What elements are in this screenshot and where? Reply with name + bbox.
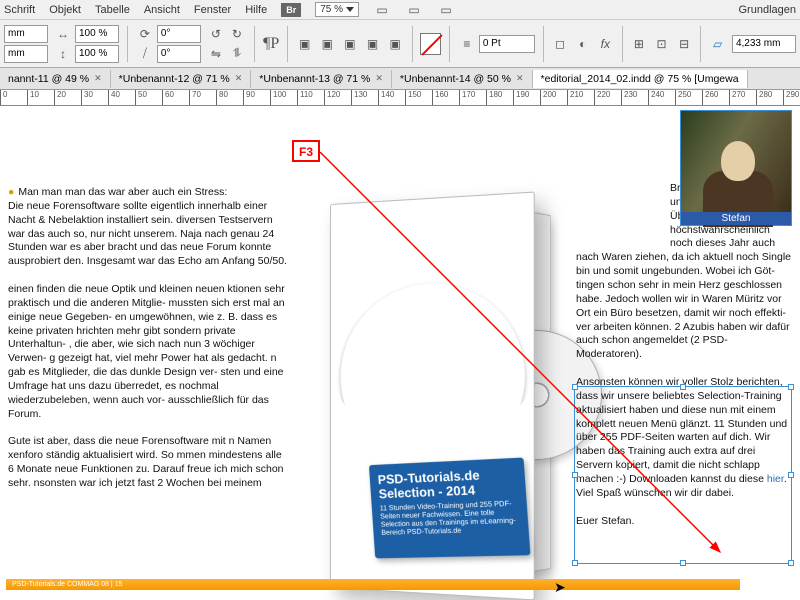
center-content-icon[interactable]: ⊟ <box>676 35 693 53</box>
corner-options-icon[interactable]: ◻ <box>552 35 569 53</box>
scale-x-field[interactable]: 100 % <box>75 25 119 43</box>
menu-tabelle[interactable]: Tabelle <box>95 4 130 16</box>
menu-objekt[interactable]: Objekt <box>49 4 81 16</box>
tab-unbenannt-12[interactable]: *Unbenannt-12 @ 71 %✕ <box>111 70 252 88</box>
dvd-image[interactable]: PSD-Tutorials.de Selection - 2014 11 Stu… <box>296 180 566 600</box>
rotate-ccw-icon[interactable]: ↺ <box>207 25 225 43</box>
text-frame-left[interactable]: ●Man man man das war aber auch ein Stres… <box>8 186 288 491</box>
mouse-cursor-icon: ➤ <box>554 579 566 596</box>
signature: Euer Stefan. <box>576 515 792 529</box>
flip-v-icon[interactable]: ⥮ <box>228 45 246 63</box>
control-toolbar: mm mm ↔100 % ↕100 % ⟳0° ⧸0° ↺↻ ⇋⥮ ¶P ▣ ▣… <box>0 20 800 68</box>
wrap-none-icon[interactable]: ▣ <box>296 35 313 53</box>
horizontal-ruler[interactable]: 0102030405060708090100110120130140150160… <box>0 90 800 106</box>
wrap-bbox-icon[interactable]: ▣ <box>319 35 336 53</box>
wrap-shape-icon[interactable]: ▣ <box>342 35 359 53</box>
photo-caption: Stefan <box>681 212 791 225</box>
rotate-icon: ⟳ <box>136 25 154 43</box>
screen-mode-icon[interactable]: ▭ <box>405 1 423 19</box>
close-icon[interactable]: ✕ <box>516 73 524 84</box>
tab-unbenannt-13[interactable]: *Unbenannt-13 @ 71 %✕ <box>251 70 392 88</box>
scale-y-field[interactable]: 100 % <box>75 45 119 63</box>
paragraph-style-icon[interactable]: ¶P <box>263 35 280 53</box>
scale-y-icon: ↕ <box>54 45 72 63</box>
bullet-icon: ● <box>8 186 14 198</box>
zoom-level[interactable]: 75 % <box>315 2 359 17</box>
fit-content-icon[interactable]: ⊞ <box>631 35 648 53</box>
stroke-weight-icon: ≡ <box>458 35 476 53</box>
workspace-switcher[interactable]: Grundlagen <box>739 4 797 16</box>
tab-unbenannt-11[interactable]: nannt-11 @ 49 %✕ <box>0 70 111 88</box>
fx-icon[interactable]: fx <box>597 35 614 53</box>
tab-unbenannt-14[interactable]: *Unbenannt-14 @ 50 %✕ <box>392 70 533 88</box>
document-canvas[interactable]: ●Man man man das war aber auch ein Stres… <box>0 106 800 600</box>
fill-none-swatch[interactable] <box>420 33 440 55</box>
x-field[interactable]: mm <box>4 25 48 43</box>
wrap-jump-icon[interactable]: ▣ <box>364 35 381 53</box>
dvd-front-cover: PSD-Tutorials.de Selection - 2014 11 Stu… <box>330 191 535 600</box>
text-frame-right[interactable]: Bruder in Waren- Müritz und nach jahrela… <box>576 182 792 528</box>
close-icon[interactable]: ✕ <box>94 73 102 84</box>
fit-frame-icon[interactable]: ⊡ <box>653 35 670 53</box>
stroke-weight-field[interactable]: 0 Pt <box>479 35 535 53</box>
document-tabs: nannt-11 @ 49 %✕ *Unbenannt-12 @ 71 %✕ *… <box>0 68 800 90</box>
close-icon[interactable]: ✕ <box>375 73 383 84</box>
rotate-cw-icon[interactable]: ↻ <box>228 25 246 43</box>
frame-edges-icon[interactable]: ▱ <box>709 35 726 53</box>
shear-icon: ⧸ <box>136 45 154 63</box>
arrange-icon[interactable]: ▭ <box>437 1 455 19</box>
view-mode-icon[interactable]: ▭ <box>373 1 391 19</box>
menu-ansicht[interactable]: Ansicht <box>144 4 180 16</box>
menu-bar: Schrift Objekt Tabelle Ansicht Fenster H… <box>0 0 800 20</box>
scale-x-icon: ↔ <box>54 25 72 43</box>
page: ●Man man man das war aber auch ein Stres… <box>0 106 800 600</box>
menu-fenster[interactable]: Fenster <box>194 4 231 16</box>
menu-schrift[interactable]: Schrift <box>4 4 35 16</box>
footer-bar: PSD-Tutorials.de COMMAG 08 | 15 <box>6 579 740 590</box>
flip-h-icon[interactable]: ⇋ <box>207 45 225 63</box>
wrap-jump-next-icon[interactable]: ▣ <box>387 35 404 53</box>
y-field[interactable]: mm <box>4 45 48 63</box>
menu-hilfe[interactable]: Hilfe <box>245 4 267 16</box>
download-link[interactable]: hier <box>767 473 784 485</box>
shear-field[interactable]: 0° <box>157 45 201 63</box>
tab-editorial[interactable]: *editorial_2014_02.indd @ 75 % [Umgewa <box>533 70 748 88</box>
dvd-title-box: PSD-Tutorials.de Selection - 2014 11 Stu… <box>369 457 531 558</box>
width-field[interactable]: 4,233 mm <box>732 35 796 53</box>
bridge-icon[interactable]: Br <box>281 3 301 17</box>
close-icon[interactable]: ✕ <box>235 73 243 84</box>
opacity-icon[interactable]: ◐ <box>574 35 591 53</box>
callout-f3: F3 <box>292 140 320 162</box>
eye-graphic <box>341 280 525 444</box>
author-photo[interactable]: Stefan <box>680 110 792 226</box>
rotate-field[interactable]: 0° <box>157 25 201 43</box>
